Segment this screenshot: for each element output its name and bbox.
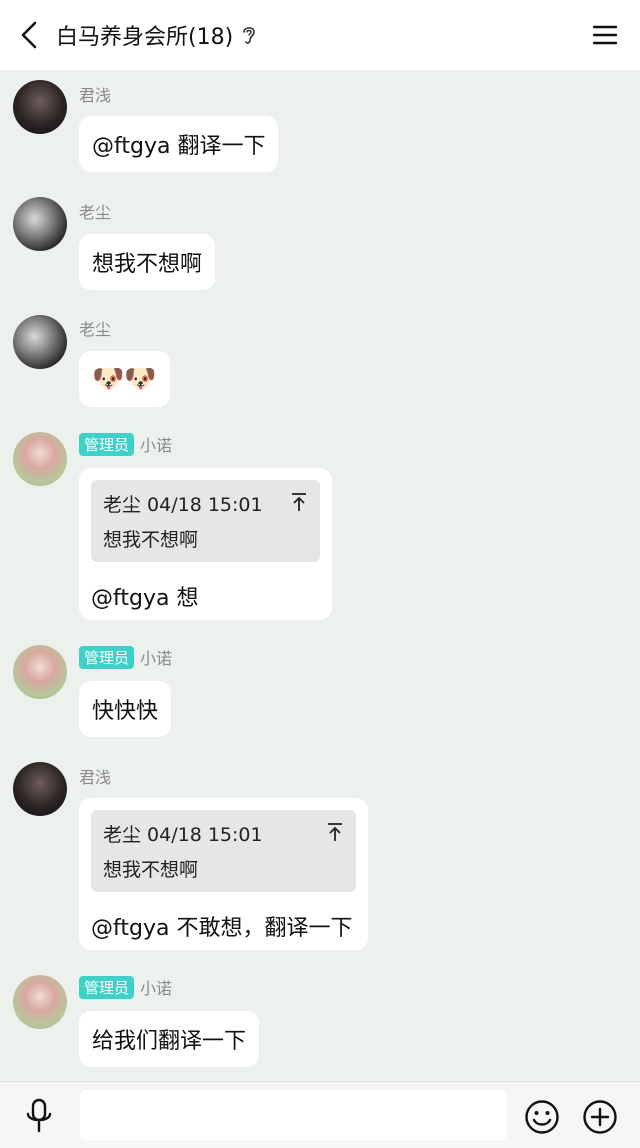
message-text: 想我不想啊 xyxy=(92,252,203,277)
quoted-message[interactable]: 老尘 04/18 15:01 想我不想啊 xyxy=(91,480,320,562)
sender-name[interactable]: 小诺 xyxy=(140,432,172,456)
admin-badge: 管理员 xyxy=(79,975,135,999)
jump-to-original-icon[interactable] xyxy=(290,492,308,512)
avatar[interactable] xyxy=(13,762,67,816)
message-meta: 管理员 小诺 xyxy=(79,975,172,999)
sender-name[interactable]: 小诺 xyxy=(140,645,172,669)
message-emoji: 🐶🐶 xyxy=(92,364,157,394)
avatar[interactable] xyxy=(13,315,67,369)
message-meta: 君浅 xyxy=(79,764,111,788)
quote-author-time: 老尘 04/18 15:01 xyxy=(103,824,263,846)
avatar[interactable] xyxy=(13,80,67,134)
avatar[interactable] xyxy=(13,197,67,251)
message-bubble[interactable]: @ftgya 翻译一下 xyxy=(79,116,279,172)
message-meta: 老尘 xyxy=(79,199,111,223)
message-bubble[interactable]: 给我们翻译一下 xyxy=(79,1011,260,1067)
admin-badge: 管理员 xyxy=(79,432,135,456)
back-button[interactable] xyxy=(14,20,44,50)
jump-to-original-icon[interactable] xyxy=(326,822,344,842)
message-text: @ftgya 翻译一下 xyxy=(92,134,266,159)
quote-text: 想我不想啊 xyxy=(103,859,199,881)
avatar[interactable] xyxy=(13,432,67,486)
title-area[interactable]: 白马养身会所(18) xyxy=(56,0,259,70)
message-meta: 老尘 xyxy=(79,316,111,340)
top-bar: 白马养身会所(18) xyxy=(0,0,640,70)
message-text: 快快快 xyxy=(92,699,159,724)
message-meta: 管理员 小诺 xyxy=(79,432,172,456)
avatar[interactable] xyxy=(13,645,67,699)
message-text: @ftgya 想 xyxy=(91,586,199,611)
admin-badge: 管理员 xyxy=(79,645,135,669)
message-bubble[interactable]: 老尘 04/18 15:01 想我不想啊 @ftgya 不敢想，翻译一下 xyxy=(79,798,368,950)
microphone-icon[interactable] xyxy=(22,1098,56,1134)
emoji-icon[interactable] xyxy=(524,1099,560,1135)
back-icon xyxy=(21,21,37,49)
message-bubble[interactable]: 🐶🐶 xyxy=(79,351,170,407)
sender-name[interactable]: 君浅 xyxy=(79,82,111,106)
sender-name[interactable]: 老尘 xyxy=(79,316,111,340)
message-bubble[interactable]: 快快快 xyxy=(79,681,172,737)
quote-text: 想我不想啊 xyxy=(103,529,199,551)
message-meta: 管理员 小诺 xyxy=(79,645,172,669)
message-text: 给我们翻译一下 xyxy=(92,1029,247,1054)
menu-button[interactable] xyxy=(592,22,618,48)
sender-name[interactable]: 老尘 xyxy=(79,199,111,223)
quote-author-time: 老尘 04/18 15:01 xyxy=(103,494,263,516)
ear-icon xyxy=(241,24,259,46)
message-input[interactable] xyxy=(80,1090,507,1140)
quoted-message[interactable]: 老尘 04/18 15:01 想我不想啊 xyxy=(91,810,356,892)
message-text: @ftgya 不敢想，翻译一下 xyxy=(91,916,353,941)
sender-name[interactable]: 君浅 xyxy=(79,764,111,788)
plus-icon[interactable] xyxy=(582,1099,618,1135)
composer-bar xyxy=(0,1081,640,1148)
avatar[interactable] xyxy=(13,975,67,1029)
menu-icon xyxy=(593,25,617,45)
chat-title: 白马养身会所(18) xyxy=(56,25,234,50)
message-bubble[interactable]: 想我不想啊 xyxy=(79,234,216,290)
message-meta: 君浅 xyxy=(79,82,111,106)
sender-name[interactable]: 小诺 xyxy=(140,975,172,999)
message-bubble[interactable]: 老尘 04/18 15:01 想我不想啊 @ftgya 想 xyxy=(79,468,332,620)
